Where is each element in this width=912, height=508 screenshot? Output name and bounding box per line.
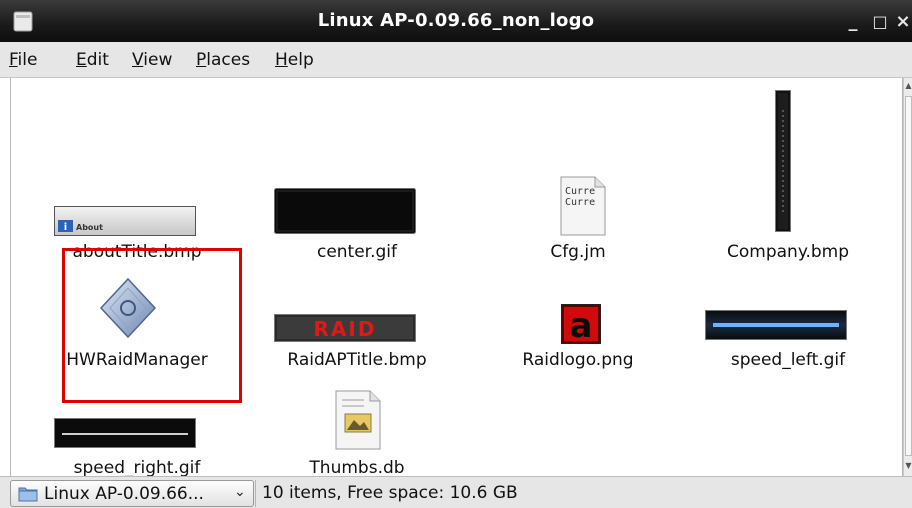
thumbs-db-icon bbox=[335, 390, 381, 450]
file-item-speed-left[interactable]: speed_left.gif bbox=[693, 310, 883, 376]
scrollbar-thumb[interactable] bbox=[905, 96, 912, 456]
menu-edit-accel: E bbox=[76, 50, 87, 70]
speed-bar-image bbox=[54, 418, 196, 448]
location-dropdown[interactable]: Linux AP-0.09.66... ⌄ bbox=[10, 480, 254, 507]
scroll-down-arrow-icon[interactable]: ▼ bbox=[904, 458, 912, 474]
close-button[interactable]: × bbox=[892, 0, 912, 42]
location-label: Linux AP-0.09.66... bbox=[44, 484, 204, 504]
menu-view-accel: V bbox=[132, 50, 144, 70]
file-item-cfg[interactable]: Curre Curre Cfg.jm bbox=[483, 176, 673, 268]
menu-view[interactable]: View bbox=[132, 50, 172, 70]
menu-help-accel: H bbox=[275, 50, 288, 70]
menu-places-accel: P bbox=[196, 50, 207, 70]
raid-logo-letter: a bbox=[570, 306, 593, 344]
svg-text:i: i bbox=[64, 222, 67, 233]
file-icon-view[interactable]: i About aboutTitle.bmp center.gif Curre … bbox=[10, 78, 903, 476]
menu-help-rest: elp bbox=[287, 50, 314, 70]
file-item-thumbs[interactable]: Thumbs.db bbox=[262, 390, 452, 476]
raid-logo-image: a bbox=[561, 304, 601, 344]
file-item-abouttitle[interactable]: i About aboutTitle.bmp bbox=[42, 188, 232, 268]
menu-view-rest: iew bbox=[143, 50, 173, 70]
file-item-raidlogo[interactable]: a Raidlogo.png bbox=[483, 304, 673, 376]
menu-places[interactable]: Places bbox=[196, 50, 250, 70]
minimize-button[interactable]: _ bbox=[842, 0, 864, 42]
menu-file-rest: ile bbox=[17, 50, 38, 70]
menu-edit-rest: dit bbox=[86, 50, 109, 70]
menu-file[interactable]: File bbox=[9, 50, 37, 70]
maximize-button[interactable]: □ bbox=[869, 0, 891, 42]
file-label: Cfg.jm bbox=[550, 242, 606, 262]
file-preview-line: Curre bbox=[565, 197, 595, 208]
file-label: HWRaidManager bbox=[66, 350, 208, 370]
file-label: RaidAPTitle.bmp bbox=[287, 350, 427, 370]
file-label: speed_left.gif bbox=[730, 350, 846, 370]
black-bar-image bbox=[274, 188, 416, 234]
executable-diamond-icon bbox=[99, 277, 157, 339]
menu-places-rest: laces bbox=[206, 50, 251, 70]
file-label: Thumbs.db bbox=[309, 458, 405, 476]
file-label: center.gif bbox=[316, 242, 398, 262]
folder-icon bbox=[18, 487, 38, 502]
menu-edit[interactable]: Edit bbox=[76, 50, 109, 70]
vertical-scrollbar[interactable]: ▲ ▼ bbox=[903, 78, 912, 476]
file-item-raidaptitle[interactable]: RAID RaidAPTitle.bmp bbox=[262, 314, 452, 376]
file-label: aboutTitle.bmp bbox=[72, 242, 202, 262]
file-label: Company.bmp bbox=[727, 242, 849, 262]
status-bar: Linux AP-0.09.66... ⌄ 10 items, Free spa… bbox=[0, 476, 912, 508]
file-preview-line: Curre bbox=[565, 186, 595, 197]
vertical-strip-image bbox=[775, 90, 791, 232]
menu-help[interactable]: Help bbox=[275, 50, 314, 70]
window-titlebar[interactable]: Linux AP-0.09.66_non_logo _ □ × bbox=[0, 0, 912, 42]
file-label: Raidlogo.png bbox=[522, 350, 634, 370]
window-title: Linux AP-0.09.66_non_logo bbox=[317, 10, 595, 31]
status-divider bbox=[255, 480, 256, 507]
file-item-speed-right[interactable]: speed_right.gif bbox=[42, 418, 232, 476]
file-item-center[interactable]: center.gif bbox=[262, 188, 452, 268]
file-label: speed_right.gif bbox=[73, 458, 201, 476]
menu-bar: File Edit View Places Help bbox=[0, 42, 912, 78]
status-info: 10 items, Free space: 10.6 GB bbox=[262, 483, 518, 503]
file-item-hwraidmanager[interactable]: HWRaidManager bbox=[42, 276, 232, 376]
file-item-company[interactable]: Company.bmp bbox=[693, 90, 883, 268]
chevron-down-icon: ⌄ bbox=[234, 484, 246, 500]
menu-file-accel: F bbox=[9, 50, 18, 70]
raid-title-text: RAID bbox=[314, 317, 377, 341]
scroll-up-arrow-icon[interactable]: ▲ bbox=[904, 78, 912, 94]
speed-bar-image bbox=[705, 310, 847, 340]
text-file-icon: Curre Curre bbox=[560, 176, 606, 236]
about-bar-image: i About bbox=[54, 206, 196, 236]
raid-title-image: RAID bbox=[274, 314, 416, 342]
about-bar-caption: About bbox=[76, 223, 103, 232]
